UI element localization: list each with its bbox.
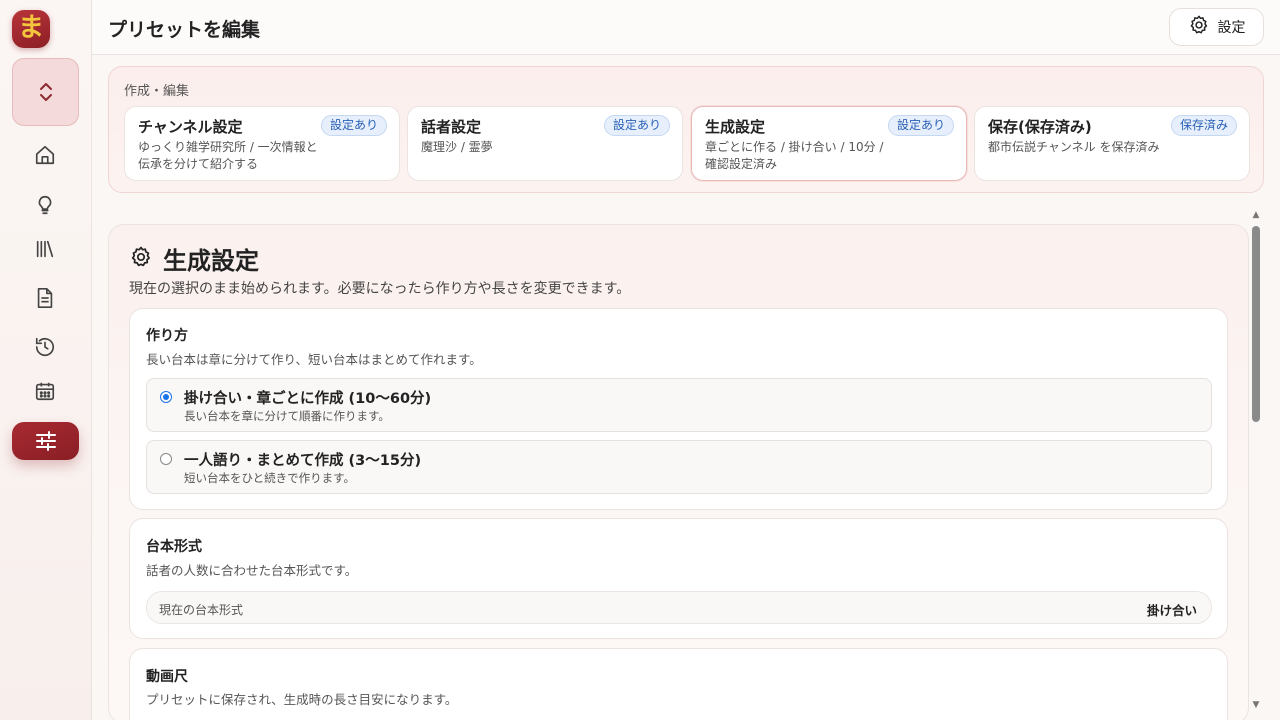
format-title: 台本形式 xyxy=(146,539,202,555)
scroll-down-arrow[interactable]: ▼ xyxy=(1251,700,1261,710)
method-title: 作り方 xyxy=(146,328,188,344)
status-badge: 保存済み xyxy=(1170,115,1237,136)
step-desc: 都市伝説チャンネル を保存済み xyxy=(988,140,1160,154)
option-monologue-single[interactable]: 一人語り・まとめて作成 (3〜15分) 短い台本をひと続きで作ります。 xyxy=(146,440,1212,494)
step-title: 話者設定 xyxy=(421,118,482,136)
method-desc: 長い台本は章に分けて作り、短い台本はまとめて作れます。 xyxy=(146,352,482,367)
status-badge: 設定あり xyxy=(603,115,670,136)
scrollbar[interactable]: ▲ ▼ xyxy=(1250,210,1262,710)
step-panel-label: 作成・編集 xyxy=(124,84,190,99)
length-card: 動画尺 プリセットに保存され、生成時の長さ目安になります。 xyxy=(129,648,1228,720)
step-card-save[interactable]: 保存(保存済み) 保存済み 都市伝説チャンネル を保存済み xyxy=(974,106,1250,181)
readout-label: 現在の台本形式 xyxy=(159,603,244,617)
option-title: 掛け合い・章ごとに作成 (10〜60分) xyxy=(184,391,432,407)
scroll-up-arrow[interactable]: ▲ xyxy=(1251,210,1261,220)
length-desc: プリセットに保存され、生成時の長さ目安になります。 xyxy=(146,692,458,707)
format-desc: 話者の人数に合わせた台本形式です。 xyxy=(146,563,358,578)
scroll-thumb[interactable] xyxy=(1252,226,1260,422)
readout-value: 掛け合い xyxy=(1146,603,1197,618)
gear-icon xyxy=(1188,14,1210,40)
sliders-icon[interactable] xyxy=(12,422,79,460)
header: プリセットを編集 設定 xyxy=(92,0,1280,55)
radio-button[interactable] xyxy=(160,391,172,403)
step-title: チャンネル設定 xyxy=(138,118,243,136)
calendar-icon[interactable] xyxy=(30,376,60,406)
settings-label: 設定 xyxy=(1217,20,1246,36)
sidebar: ま xyxy=(0,0,92,720)
step-card-generation[interactable]: 生成設定 設定あり 章ごとに作る / 掛け合い / 10分 / 確認設定済み xyxy=(691,106,967,181)
method-card: 作り方 長い台本は章に分けて作り、短い台本はまとめて作れます。 掛け合い・章ごと… xyxy=(129,308,1228,510)
gear-icon xyxy=(129,245,153,273)
page-title: プリセットを編集 xyxy=(108,19,261,41)
option-title: 一人語り・まとめて作成 (3〜15分) xyxy=(184,453,422,469)
step-title: 保存(保存済み) xyxy=(988,118,1092,136)
document-icon[interactable] xyxy=(30,283,60,313)
format-readout: 現在の台本形式 掛け合い xyxy=(146,591,1212,624)
step-desc: ゆっくり雑学研究所 / 一次情報と伝承を分けて紹介する xyxy=(138,140,318,171)
step-card-channel[interactable]: チャンネル設定 設定あり ゆっくり雑学研究所 / 一次情報と伝承を分けて紹介する xyxy=(124,106,400,181)
chevron-up-down-icon[interactable] xyxy=(12,58,79,126)
lightbulb-icon[interactable] xyxy=(30,190,60,220)
history-icon[interactable] xyxy=(30,332,60,362)
step-desc: 章ごとに作る / 掛け合い / 10分 / 確認設定済み xyxy=(705,140,884,171)
section-desc: 現在の選択のまま始められます。必要になったら作り方や長さを変更できます。 xyxy=(129,281,631,297)
step-desc: 魔理沙 / 霊夢 xyxy=(421,140,493,154)
app-logo[interactable]: ま xyxy=(12,10,50,48)
radio-button[interactable] xyxy=(160,453,172,465)
settings-button[interactable]: 設定 xyxy=(1169,8,1264,46)
option-desc: 長い台本を章に分けて順番に作ります。 xyxy=(184,409,390,423)
option-desc: 短い台本をひと続きで作ります。 xyxy=(184,471,356,485)
library-icon[interactable] xyxy=(30,234,60,264)
option-dialogue-chapters[interactable]: 掛け合い・章ごとに作成 (10〜60分) 長い台本を章に分けて順番に作ります。 xyxy=(146,378,1212,432)
length-title: 動画尺 xyxy=(146,669,188,685)
step-title: 生成設定 xyxy=(705,118,766,136)
section-header: 生成設定 xyxy=(129,241,259,276)
status-badge: 設定あり xyxy=(887,115,954,136)
step-panel: 作成・編集 チャンネル設定 設定あり ゆっくり雑学研究所 / 一次情報と伝承を分… xyxy=(108,66,1264,193)
section-title: 生成設定 xyxy=(163,247,259,275)
status-badge: 設定あり xyxy=(320,115,387,136)
step-card-speakers[interactable]: 話者設定 設定あり 魔理沙 / 霊夢 xyxy=(407,106,683,181)
home-icon[interactable] xyxy=(30,140,60,170)
format-card: 台本形式 話者の人数に合わせた台本形式です。 現在の台本形式 掛け合い xyxy=(129,518,1228,639)
generation-settings-panel: 生成設定 現在の選択のまま始められます。必要になったら作り方や長さを変更できます… xyxy=(108,224,1249,720)
